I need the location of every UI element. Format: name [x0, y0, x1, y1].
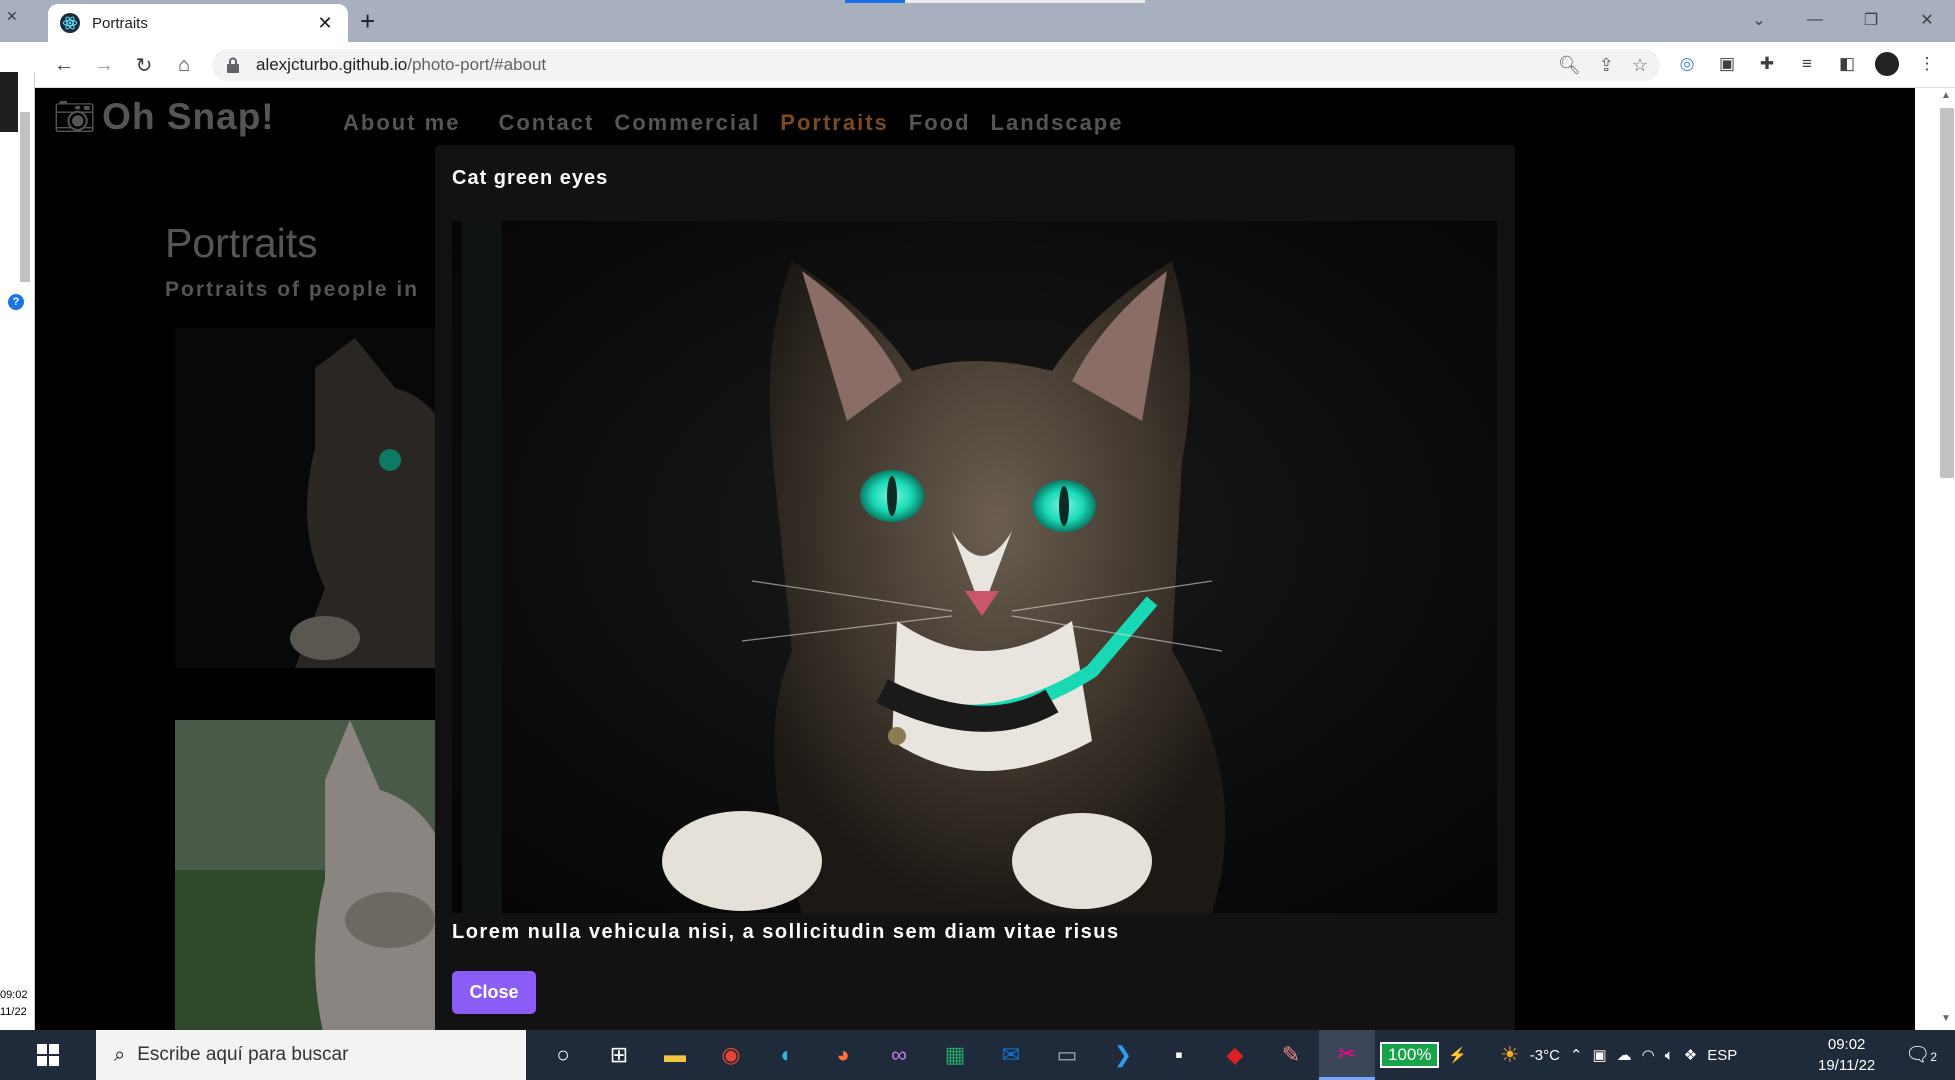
extension-chrome-icon[interactable]: ◎ [1675, 52, 1699, 76]
chrome-menu-icon[interactable]: ⋮ [1915, 52, 1939, 76]
nav-commercial[interactable]: Commercial [614, 110, 760, 136]
media-queue-icon[interactable]: ≡ [1795, 52, 1819, 76]
modal-title: Cat green eyes [452, 167, 609, 189]
section-subtitle: Portraits of people in [165, 278, 420, 301]
lock-icon [227, 57, 239, 73]
browser-toolbar: ← → ↻ ⌂ alexjcturbo.github.io /photo-por… [0, 42, 1955, 88]
reload-button[interactable]: ↻ [130, 51, 158, 79]
system-tray: ☀ -3°C ⌃ ▣ ☁ ◠ 🔈︎ ❖ ESP [1500, 1030, 1737, 1080]
tray-app-icon[interactable]: ▣ [1592, 1046, 1606, 1064]
excel-icon[interactable]: ▦ [927, 1030, 983, 1080]
firefox-icon[interactable]: ◕ [815, 1030, 871, 1080]
share-icon[interactable]: ⇪ [1599, 55, 1614, 76]
windows-taskbar: ⌕ Escribe aquí para buscar ○ ⊞ ▬ ◉ ◐ ◕ ∞… [0, 1030, 1955, 1080]
loading-indicator [845, 0, 1145, 3]
minimize-button[interactable]: — [1787, 0, 1843, 40]
side-panel-icon[interactable]: ◧ [1835, 52, 1859, 76]
file-explorer-icon[interactable]: ▬ [647, 1030, 703, 1080]
window-menu-icon[interactable]: ✕ [6, 8, 18, 25]
terminal-icon[interactable]: ▪ [1151, 1030, 1207, 1080]
camera-icon: 📷︎ [53, 98, 97, 136]
bookmark-star-icon[interactable]: ☆ [1632, 55, 1648, 76]
nav-contact[interactable]: Contact [498, 110, 594, 136]
windows-logo-icon [37, 1044, 59, 1066]
power-plug-icon[interactable]: ⚡ [1448, 1046, 1467, 1064]
search-placeholder: Escribe aquí para buscar [137, 1044, 349, 1065]
nav-food[interactable]: Food [909, 110, 971, 136]
remote-desktop-icon[interactable]: ▭ [1039, 1030, 1095, 1080]
temperature[interactable]: -3°C [1530, 1047, 1560, 1064]
address-bar[interactable]: alexjcturbo.github.io /photo-port/#about… [212, 49, 1660, 81]
volume-icon[interactable]: 🔈︎ [1665, 1047, 1674, 1064]
site-nav: About me Contact Commercial Portraits Fo… [343, 110, 1123, 136]
scroll-down-icon[interactable]: ▼ [1941, 1013, 1951, 1024]
nav-portraits[interactable]: Portraits [780, 110, 888, 136]
side-window-clock: 09:02 11/22 [0, 989, 28, 1018]
tab-search-icon[interactable]: ⌄ [1731, 0, 1787, 40]
help-icon[interactable]: ? [8, 294, 24, 310]
browser-tab[interactable]: Portraits ✕ [48, 4, 348, 42]
scrollbar-thumb[interactable] [1940, 108, 1954, 478]
photo-thumbnail[interactable] [175, 328, 475, 668]
site-logo[interactable]: 📷︎ Oh Snap! [53, 96, 275, 138]
acrobat-icon[interactable]: ◆ [1207, 1030, 1263, 1080]
cortana-icon[interactable]: ○ [535, 1030, 591, 1080]
taskbar-search-box[interactable]: ⌕ Escribe aquí para buscar [96, 1030, 526, 1080]
background-window-edge: ? 09:02 11/22 [0, 72, 35, 1030]
forward-button[interactable]: → [90, 51, 118, 79]
restore-button[interactable]: ❐ [1843, 0, 1899, 40]
section-title: Portraits [165, 220, 318, 266]
home-button[interactable]: ⌂ [170, 51, 198, 79]
weather-icon[interactable]: ☀ [1500, 1042, 1520, 1068]
taskbar-clock[interactable]: 09:02 19/11/22 [1818, 1034, 1875, 1076]
page-scrollbar[interactable]: ▲ ▼ [1915, 88, 1955, 1030]
tab-close-icon[interactable]: ✕ [314, 13, 336, 34]
edge-icon[interactable]: ◐ [759, 1030, 815, 1080]
vscode-icon[interactable]: ❯ [1095, 1030, 1151, 1080]
scroll-up-icon[interactable]: ▲ [1941, 90, 1951, 101]
tray-chevron-icon[interactable]: ⌃ [1570, 1046, 1583, 1064]
close-window-button[interactable]: ✕ [1899, 0, 1955, 40]
react-favicon-icon [60, 13, 80, 33]
site-brand: Oh Snap! [102, 96, 275, 137]
vpn-icon[interactable]: ∞ [871, 1030, 927, 1080]
language[interactable]: ESP [1707, 1047, 1737, 1064]
tab-title: Portraits [92, 14, 148, 32]
new-tab-button[interactable]: + [360, 6, 375, 36]
search-icon: ⌕ [114, 1043, 126, 1066]
wifi-icon[interactable]: ◠ [1642, 1046, 1655, 1064]
task-view-icon[interactable]: ⊞ [591, 1030, 647, 1080]
snipping-tool-icon[interactable]: ✂ [1319, 1030, 1375, 1080]
extensions-puzzle-icon[interactable]: ✚ [1755, 52, 1779, 76]
zoom-icon[interactable]: 🔍︎ [1558, 55, 1581, 76]
nav-about-me[interactable]: About me [343, 110, 460, 136]
tab-strip: ✕ Portraits ✕ + ⌄ — ❐ ✕ [0, 0, 1955, 42]
side-scrollbar[interactable] [20, 112, 30, 282]
photo-thumbnail[interactable] [175, 720, 475, 1030]
extension-screen-icon[interactable]: ▣ [1715, 52, 1739, 76]
nav-landscape[interactable]: Landscape [991, 110, 1124, 136]
back-button[interactable]: ← [50, 51, 78, 79]
profile-avatar[interactable] [1875, 52, 1899, 76]
chrome-icon[interactable]: ◉ [703, 1030, 759, 1080]
modal-cat-image [452, 221, 1497, 913]
url-path: /photo-port/#about [407, 55, 547, 74]
onedrive-icon[interactable]: ☁ [1617, 1046, 1632, 1064]
url-host: alexjcturbo.github.io [256, 55, 408, 74]
dropbox-icon[interactable]: ❖ [1684, 1046, 1697, 1064]
battery-indicator[interactable]: 100% [1380, 1042, 1440, 1068]
start-button[interactable] [0, 1030, 96, 1080]
modal-description: Lorem nulla vehicula nisi, a sollicitudi… [452, 921, 1120, 943]
close-button[interactable]: Close [452, 971, 536, 1014]
notification-icon[interactable]: 🗨︎2 [1905, 1042, 1937, 1067]
paint-icon[interactable]: ✎ [1263, 1030, 1319, 1080]
outlook-icon[interactable]: ✉ [983, 1030, 1039, 1080]
photo-modal: Cat green eyes Lorem nulla vehicula nisi… [435, 145, 1515, 1035]
